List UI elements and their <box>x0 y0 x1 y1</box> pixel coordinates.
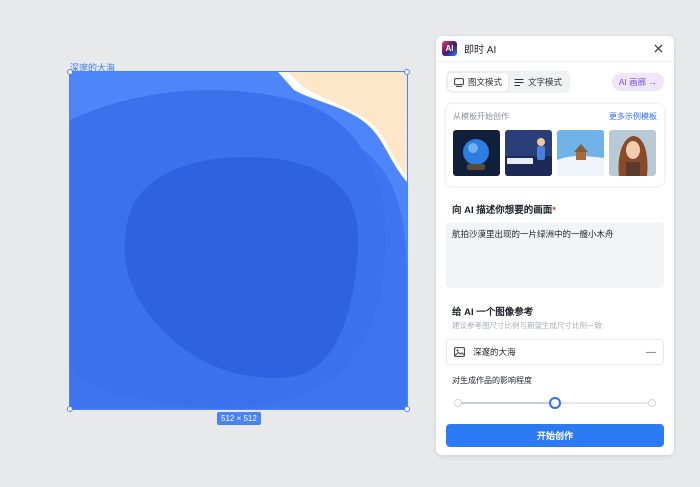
influence-slider[interactable] <box>454 397 656 409</box>
influence-label: 对生成作品的影响程度 <box>452 376 532 385</box>
ai-gallery-link[interactable]: AI 画廊 → <box>611 73 664 91</box>
close-button[interactable] <box>652 43 664 55</box>
tab-label: 图文模式 <box>468 77 503 87</box>
remove-reference-button[interactable]: — <box>646 347 656 358</box>
panel-title: 即时 AI <box>464 45 497 56</box>
mode-row: 图文模式 文字模式 AI 画廊 → <box>446 71 664 93</box>
app-logo: AI <box>442 41 457 56</box>
start-create-button[interactable]: 开始创作 <box>446 424 664 447</box>
resize-handle-bottom-right[interactable] <box>404 406 410 412</box>
resize-handle-bottom-left[interactable] <box>67 406 73 412</box>
slider-stop-start <box>454 399 462 407</box>
template-card: 从模板开始创作 更多示例模板 <box>446 104 664 186</box>
template-thumb-snow-cabin[interactable] <box>557 130 604 176</box>
tab-image-text-mode[interactable]: 图文模式 <box>448 73 509 91</box>
prompt-input[interactable]: 航拍沙漠里出现的一片绿洲中的一艘小木舟 <box>446 222 664 288</box>
size-badge: 512 × 512 <box>217 412 261 425</box>
image-icon <box>454 347 465 357</box>
canvas-image[interactable] <box>69 71 408 410</box>
resize-handle-top-right[interactable] <box>404 69 410 75</box>
required-mark: * <box>552 205 556 216</box>
ai-panel: AI 即时 AI 图文模式 文字模式 AI 画廊 → 从模板开始创作 更多示例模… <box>436 36 674 455</box>
reference-image-name: 深邃的大海 <box>473 347 516 357</box>
more-templates-link[interactable]: 更多示例模板 <box>609 111 657 122</box>
template-title: 从模板开始创作 <box>453 112 509 121</box>
text-lines-icon <box>514 78 524 86</box>
slider-fill <box>458 402 555 404</box>
template-thumb-crystal-ball[interactable] <box>453 130 500 176</box>
slider-stop-end <box>648 399 656 407</box>
prompt-section-title: 向 AI 描述你想要的画面* <box>452 202 556 216</box>
template-thumb-pianist[interactable] <box>505 130 552 176</box>
reference-image-row[interactable]: 深邃的大海 — <box>446 339 664 365</box>
template-thumb-portrait[interactable] <box>609 130 656 176</box>
image-text-icon <box>454 77 464 87</box>
close-icon <box>653 44 663 53</box>
resize-handle-top-left[interactable] <box>67 69 73 75</box>
panel-header: AI 即时 AI <box>436 36 674 62</box>
reference-section-subtitle: 建议参考图尺寸比例与期望生成尺寸比例一致 <box>452 321 602 330</box>
reference-section-title: 给 AI 一个图像参考 <box>452 307 534 318</box>
slider-knob[interactable] <box>549 397 561 409</box>
tab-label: 文字模式 <box>528 77 563 87</box>
ocean-artwork <box>70 72 407 409</box>
prompt-title-text: 向 AI 描述你想要的画面 <box>452 205 553 216</box>
mode-switch: 图文模式 文字模式 <box>446 71 571 93</box>
tab-text-mode[interactable]: 文字模式 <box>508 73 568 91</box>
